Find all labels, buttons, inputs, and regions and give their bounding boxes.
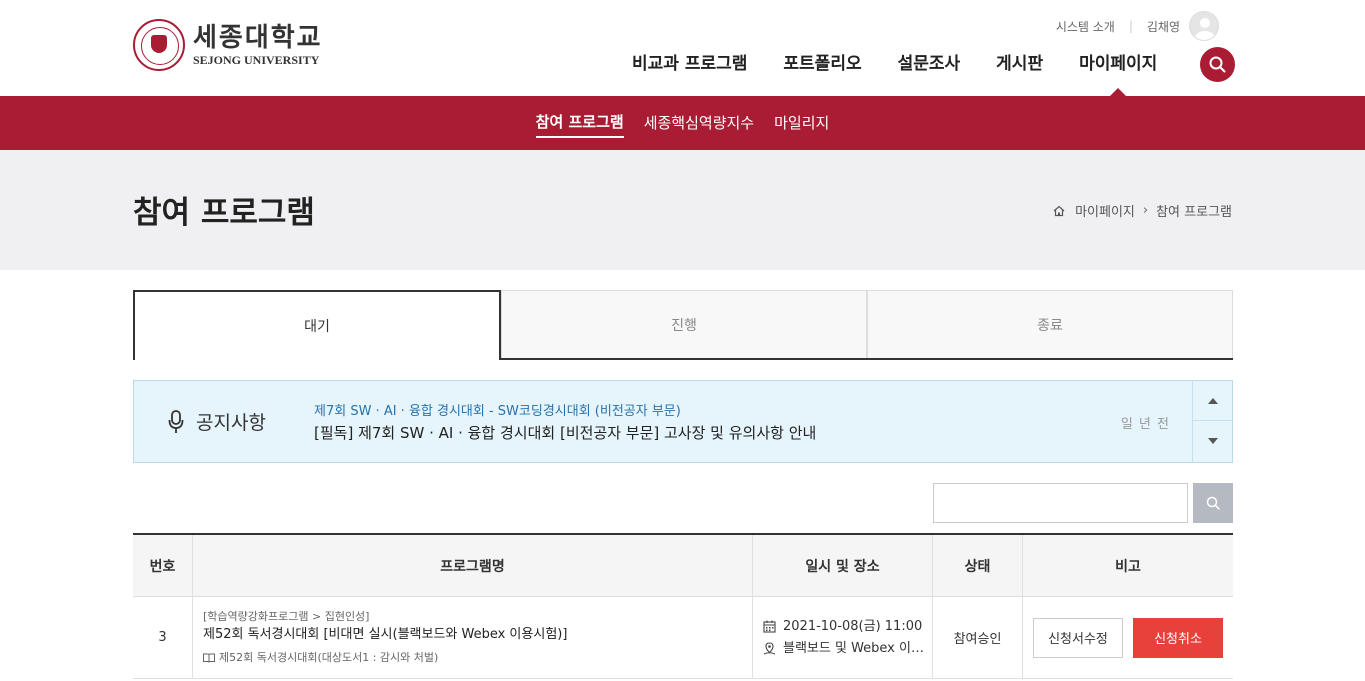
search-icon: [1206, 496, 1220, 510]
university-seal-icon: [133, 19, 185, 71]
program-book-line: 제52회 독서경시대회(대상도서1 : 감시와 처벌): [203, 649, 438, 667]
nav-item-portfolio[interactable]: 포트폴리오: [783, 50, 861, 78]
logo-korean-text: 세종대학교: [193, 23, 323, 53]
col-header-remarks: 비고: [1115, 558, 1141, 575]
global-search-button[interactable]: [1200, 47, 1235, 82]
program-book-text: 제52회 독서경시대회(대상도서1 : 감시와 처벌): [219, 650, 439, 664]
cancel-application-button[interactable]: 신청취소: [1133, 617, 1223, 658]
avatar[interactable]: [1189, 11, 1219, 41]
edit-application-button[interactable]: 신청서수정: [1033, 617, 1123, 658]
nav-item-board[interactable]: 게시판: [996, 50, 1043, 78]
nav-item-mypage[interactable]: 마이페이지: [1079, 50, 1157, 96]
logo-english-text: SEJONG UNIVERSITY: [193, 53, 320, 67]
table-header: 번호 프로그램명 일시 및 장소 상태 비고: [133, 535, 1233, 597]
system-intro-link[interactable]: 시스템 소개: [1056, 18, 1115, 35]
program-status: 참여승인: [933, 597, 1023, 678]
col-header-datetime-place: 일시 및 장소: [753, 535, 933, 596]
tab-waiting[interactable]: 대기: [133, 290, 501, 360]
program-datetime: 2021-10-08(금) 11:00: [783, 618, 923, 634]
col-header-number: 번호: [133, 535, 193, 596]
page-title-bar: 참여 프로그램 마이페이지 › 참여 프로그램: [0, 150, 1365, 270]
program-search-input[interactable]: [933, 483, 1188, 523]
university-logo[interactable]: 세종대학교 SEJONG UNIVERSITY: [133, 19, 323, 71]
subnav-item-competency[interactable]: 세종핵심역량지수: [644, 109, 754, 137]
utility-menu: 시스템 소개 | 김채영: [1056, 11, 1219, 41]
microphone-icon: [168, 409, 184, 433]
notice-title-link[interactable]: [필독] 제7회 SW · AI · 융합 경시대회 [비전공자 부문] 고사장…: [314, 422, 816, 443]
page-title: 참여 프로그램: [133, 195, 315, 231]
notice-label-text: 공지사항: [196, 412, 266, 434]
notice-banner: 공지사항 제7회 SW · AI · 융합 경시대회 - SW코딩경시대회 (비…: [133, 380, 1233, 463]
notice-prev-button[interactable]: [1193, 381, 1232, 421]
notice-category-link[interactable]: 제7회 SW · AI · 융합 경시대회 - SW코딩경시대회 (비전공자 부…: [314, 400, 681, 419]
notice-pager: [1192, 381, 1232, 462]
notice-label: 공지사항: [168, 408, 266, 435]
caret-down-icon: [1207, 438, 1218, 444]
notice-time: 일 년 전: [1120, 417, 1170, 432]
search-icon: [1209, 56, 1226, 73]
tab-finished[interactable]: 종료: [867, 290, 1233, 358]
subnav-item-mileage[interactable]: 마일리지: [774, 109, 829, 137]
util-divider: |: [1128, 19, 1133, 33]
place-line: 블랙보드 및 Webex 이…: [763, 638, 923, 660]
datetime-place-cell: 2021-10-08(금) 11:00 블랙보드 및 Webex 이…: [753, 597, 933, 678]
program-cell: [학습역량강화프로그램 > 집현인성] 제52회 독서경시대회 [비대면 실시(…: [193, 597, 753, 678]
col-header-status: 상태: [933, 535, 1023, 596]
datetime-line: 2021-10-08(금) 11:00: [763, 616, 923, 638]
nav-item-extracurricular[interactable]: 비교과 프로그램: [632, 50, 747, 78]
user-name[interactable]: 김채영: [1147, 18, 1180, 35]
location-pin-icon: [763, 642, 776, 655]
book-icon: [203, 653, 215, 663]
col-header-program: 프로그램명: [193, 535, 753, 596]
nav-item-survey[interactable]: 설문조사: [898, 50, 961, 78]
table-row: 3 [학습역량강화프로그램 > 집현인성] 제52회 독서경시대회 [비대면 실…: [133, 597, 1233, 679]
home-icon[interactable]: [1053, 205, 1065, 217]
program-place: 블랙보드 및 Webex 이…: [783, 640, 923, 656]
program-title-link[interactable]: 제52회 독서경시대회 [비대면 실시(블랙보드와 Webex 이용시험)]: [203, 625, 567, 645]
notice-next-button[interactable]: [1193, 421, 1232, 461]
calendar-icon: [763, 620, 776, 633]
program-search-button[interactable]: [1193, 483, 1233, 523]
subnav-item-participation[interactable]: 참여 프로그램: [535, 108, 624, 138]
program-category: [학습역량강화프로그램 > 집현인성]: [203, 609, 370, 623]
main-nav: 비교과 프로그램 포트폴리오 설문조사 게시판 마이페이지: [632, 50, 1193, 96]
breadcrumb-item-current: 참여 프로그램: [1156, 205, 1232, 220]
caret-up-icon: [1207, 397, 1218, 404]
tab-in-progress[interactable]: 진행: [501, 290, 867, 358]
site-header: 세종대학교 SEJONG UNIVERSITY 시스템 소개 | 김채영 비교과…: [0, 0, 1365, 96]
breadcrumb-separator-icon: ›: [1142, 203, 1149, 218]
status-tabs: 대기 진행 종료: [133, 290, 1233, 360]
program-table: 번호 프로그램명 일시 및 장소 상태 비고 3 [학습역량강화프로그램 > 집…: [133, 533, 1233, 679]
breadcrumb: 마이페이지 › 참여 프로그램: [1053, 201, 1232, 220]
breadcrumb-item-mypage[interactable]: 마이페이지: [1075, 201, 1135, 220]
row-number: 3: [133, 597, 193, 678]
sub-nav: 참여 프로그램 세종핵심역량지수 마일리지: [0, 96, 1365, 150]
remarks-cell: 신청서수정 신청취소: [1023, 597, 1233, 678]
